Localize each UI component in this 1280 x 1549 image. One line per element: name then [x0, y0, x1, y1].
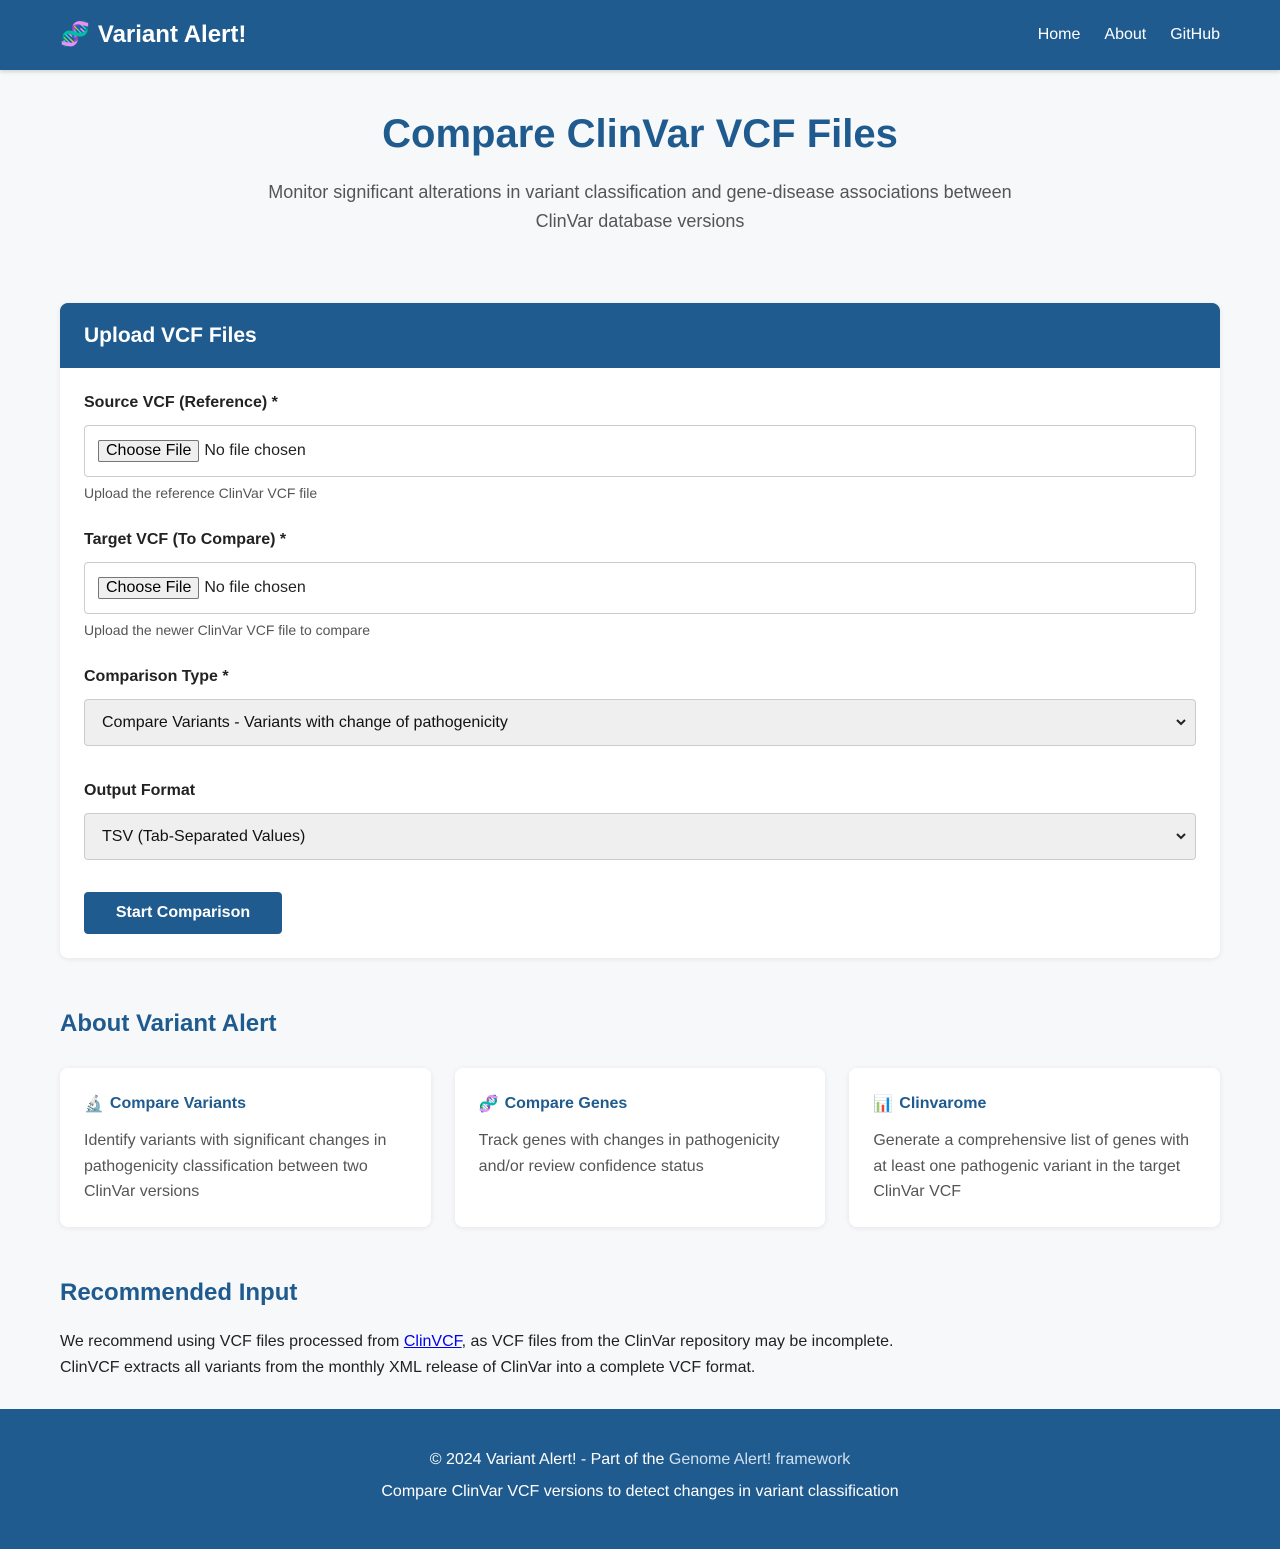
footer: © 2024 Variant Alert! - Part of the Geno…	[0, 1409, 1280, 1549]
source-choose-file-button[interactable]: Choose File	[98, 440, 200, 462]
target-vcf-field: Target VCF (To Compare) * Choose File No…	[84, 531, 1196, 638]
brand[interactable]: 🧬 Variant Alert!	[60, 21, 246, 49]
page-title: Compare ClinVar VCF Files	[382, 112, 898, 156]
recommended-title: Recommended Input	[60, 1279, 298, 1306]
feature-list: 🔬 Compare Variants Identify variants wit…	[60, 1068, 1221, 1227]
upload-card: Upload VCF Files Source VCF (Reference) …	[60, 303, 1220, 958]
clinvcf-link[interactable]: ClinVCF	[404, 1333, 462, 1350]
recommended-text-post: , as VCF files from the ClinVar reposito…	[461, 1333, 894, 1350]
comparison-type-label: Comparison Type *	[84, 668, 229, 685]
nav-about-link[interactable]: About	[1104, 26, 1146, 44]
footer-copyright: © 2024 Variant Alert! - Part of the	[429, 1451, 669, 1468]
comparison-type-field: Comparison Type * Compare Variants - Var…	[84, 668, 1196, 746]
target-choose-file-button[interactable]: Choose File	[98, 577, 200, 599]
about-section: About Variant Alert 🔬 Compare Variants I…	[0, 1010, 1280, 1227]
feature-description: Track genes with changes in pathogenicit…	[478, 1132, 780, 1175]
target-vcf-hint: Upload the newer ClinVar VCF file to com…	[84, 622, 371, 638]
feature-card-compare-variants: 🔬 Compare Variants Identify variants wit…	[60, 1068, 431, 1227]
dna-icon: 🧬	[478, 1096, 499, 1113]
start-comparison-button[interactable]: Start Comparison	[84, 892, 282, 934]
output-format-field: Output Format TSV (Tab-Separated Values)	[84, 782, 1196, 860]
brand-name: Variant Alert!	[97, 21, 247, 48]
recommended-text-pre: We recommend using VCF files processed f…	[60, 1333, 404, 1350]
feature-title: 🔬 Compare Variants	[84, 1094, 407, 1114]
feature-description: Identify variants with significant chang…	[84, 1132, 387, 1201]
genome-alert-link[interactable]: Genome Alert! framework	[669, 1451, 850, 1468]
source-vcf-hint: Upload the reference ClinVar VCF file	[84, 485, 318, 501]
bar-chart-icon: 📊	[873, 1096, 894, 1113]
comparison-type-value: Compare Variants - Variants with change …	[102, 713, 508, 731]
nav-home-link[interactable]: Home	[1038, 26, 1081, 44]
target-vcf-label: Target VCF (To Compare) *	[84, 531, 287, 548]
target-file-status: No file chosen	[204, 579, 306, 596]
page-subtitle: Monitor significant alterations in varia…	[268, 182, 1012, 231]
feature-card-compare-genes: 🧬 Compare Genes Track genes with changes…	[454, 1068, 826, 1227]
footer-line-1: © 2024 Variant Alert! - Part of the Geno…	[0, 1451, 1280, 1469]
chevron-down-icon	[1175, 715, 1187, 731]
recommended-text-line2: ClinVCF extracts all variants from the m…	[60, 1359, 756, 1376]
source-vcf-field: Source VCF (Reference) * Choose File No …	[84, 394, 1196, 501]
comparison-type-select[interactable]: Compare Variants - Variants with change …	[84, 699, 1196, 746]
source-vcf-input[interactable]: Choose File No file chosen	[84, 425, 1196, 477]
feature-title-text: Compare Variants	[109, 1095, 246, 1112]
feature-title: 📊 Clinvarome	[873, 1094, 1196, 1114]
feature-card-clinvarome: 📊 Clinvarome Generate a comprehensive li…	[849, 1068, 1221, 1227]
recommended-section: Recommended Input We recommend using VCF…	[0, 1279, 1280, 1381]
source-vcf-label: Source VCF (Reference) *	[84, 394, 278, 411]
output-format-label: Output Format	[84, 782, 196, 799]
source-file-status: No file chosen	[204, 442, 306, 459]
chevron-down-icon	[1175, 829, 1187, 845]
feature-title-text: Compare Genes	[504, 1095, 628, 1112]
recommended-text: We recommend using VCF files processed f…	[60, 1329, 1220, 1381]
feature-title: 🧬 Compare Genes	[479, 1094, 802, 1114]
nav-github-link[interactable]: GitHub	[1170, 26, 1220, 44]
feature-description: Generate a comprehensive list of genes w…	[873, 1132, 1190, 1201]
microscope-icon: 🔬	[84, 1096, 104, 1113]
dna-icon: 🧬	[60, 21, 90, 48]
about-title: About Variant Alert	[60, 1010, 277, 1037]
navbar: 🧬 Variant Alert! Home About GitHub	[0, 0, 1280, 70]
hero: Compare ClinVar VCF Files Monitor signif…	[0, 70, 1280, 236]
footer-line-2: Compare ClinVar VCF versions to detect c…	[381, 1483, 899, 1500]
upload-form: Source VCF (Reference) * Choose File No …	[60, 368, 1220, 958]
output-format-select[interactable]: TSV (Tab-Separated Values)	[84, 813, 1196, 860]
target-vcf-input[interactable]: Choose File No file chosen	[84, 562, 1196, 614]
nav-links: Home About GitHub	[1038, 26, 1220, 44]
upload-card-header: Upload VCF Files	[60, 303, 1220, 368]
output-format-value: TSV (Tab-Separated Values)	[102, 827, 306, 845]
feature-title-text: Clinvarome	[899, 1095, 987, 1112]
